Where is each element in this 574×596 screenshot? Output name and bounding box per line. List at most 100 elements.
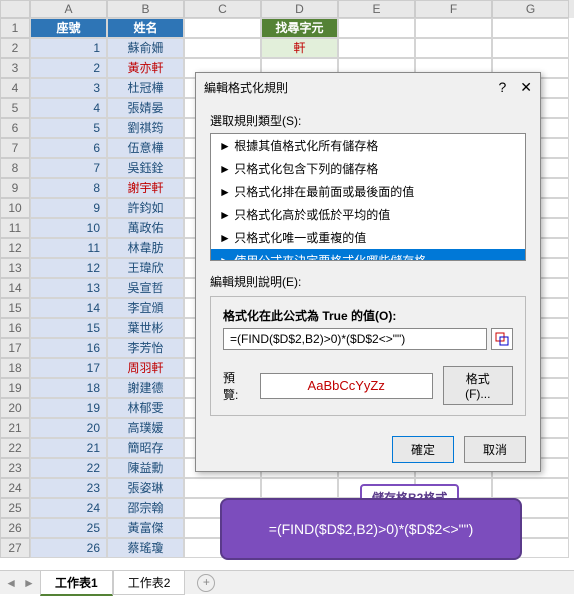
cancel-button[interactable]: 取消 <box>464 436 526 463</box>
col-header-a[interactable]: A <box>30 0 107 18</box>
row-header[interactable]: 10 <box>0 198 30 218</box>
sheet-tab-1[interactable]: 工作表1 <box>40 570 113 596</box>
add-sheet-icon[interactable]: + <box>197 574 215 592</box>
cell[interactable]: 蘇俞姍 <box>107 38 184 58</box>
cell[interactable]: 黃富傑 <box>107 518 184 538</box>
cell[interactable]: 找尋字元 <box>261 18 338 38</box>
cell[interactable]: 20 <box>30 418 107 438</box>
sheet-tab-2[interactable]: 工作表2 <box>113 570 186 595</box>
col-header-b[interactable]: B <box>107 0 184 18</box>
formula-input[interactable] <box>223 328 487 350</box>
cell[interactable]: 座號 <box>30 18 107 38</box>
cell[interactable]: 吳宣哲 <box>107 278 184 298</box>
range-picker-icon[interactable] <box>491 328 513 350</box>
col-header-f[interactable]: F <box>415 0 492 18</box>
cell[interactable]: 周羽軒 <box>107 358 184 378</box>
row-header[interactable]: 15 <box>0 298 30 318</box>
row-header[interactable]: 16 <box>0 318 30 338</box>
col-header-c[interactable]: C <box>184 0 261 18</box>
col-header-e[interactable]: E <box>338 0 415 18</box>
cell[interactable]: 林郁雯 <box>107 398 184 418</box>
cell[interactable]: 6 <box>30 138 107 158</box>
cell[interactable]: 13 <box>30 278 107 298</box>
cell[interactable]: 李宜頒 <box>107 298 184 318</box>
row-header[interactable]: 24 <box>0 478 30 498</box>
chevron-left-icon[interactable]: ◄ <box>5 576 17 590</box>
cell[interactable] <box>492 38 569 58</box>
col-header-g[interactable]: G <box>492 0 569 18</box>
row-header[interactable]: 4 <box>0 78 30 98</box>
cell[interactable]: 高璞媛 <box>107 418 184 438</box>
cell[interactable]: 22 <box>30 458 107 478</box>
cell[interactable]: 14 <box>30 298 107 318</box>
cell[interactable]: 張姿琳 <box>107 478 184 498</box>
cell[interactable]: 1 <box>30 38 107 58</box>
cell[interactable]: 11 <box>30 238 107 258</box>
rule-item[interactable]: ► 只格式化排在最前面或最後面的值 <box>211 180 525 203</box>
cell[interactable] <box>184 478 261 498</box>
chevron-right-icon[interactable]: ► <box>23 576 35 590</box>
select-all-corner[interactable] <box>0 0 30 18</box>
row-header[interactable]: 3 <box>0 58 30 78</box>
cell[interactable]: 17 <box>30 358 107 378</box>
row-header[interactable]: 17 <box>0 338 30 358</box>
cell[interactable]: 2 <box>30 58 107 78</box>
cell[interactable]: 王瑋欣 <box>107 258 184 278</box>
cell[interactable]: 24 <box>30 498 107 518</box>
cell[interactable]: 10 <box>30 218 107 238</box>
cell[interactable]: 4 <box>30 98 107 118</box>
help-icon[interactable]: ? <box>498 79 506 96</box>
cell[interactable]: 5 <box>30 118 107 138</box>
close-icon[interactable]: ✕ <box>520 79 532 96</box>
search-value-cell[interactable]: 軒 <box>261 38 338 58</box>
cell[interactable] <box>184 18 261 38</box>
cell[interactable] <box>492 478 569 498</box>
cell[interactable] <box>492 18 569 38</box>
cell[interactable]: 18 <box>30 378 107 398</box>
cell[interactable]: 劉祺筠 <box>107 118 184 138</box>
row-header[interactable]: 20 <box>0 398 30 418</box>
row-header[interactable]: 5 <box>0 98 30 118</box>
cell[interactable]: 25 <box>30 518 107 538</box>
cell[interactable]: 伍意樺 <box>107 138 184 158</box>
rule-item-selected[interactable]: ► 使用公式來決定要格式化哪些儲存格 <box>211 249 525 261</box>
row-header[interactable]: 12 <box>0 238 30 258</box>
row-header[interactable]: 13 <box>0 258 30 278</box>
cell[interactable]: 張婧晏 <box>107 98 184 118</box>
cell[interactable]: 葉世彬 <box>107 318 184 338</box>
cell[interactable]: 3 <box>30 78 107 98</box>
cell[interactable]: 許鈞如 <box>107 198 184 218</box>
cell[interactable]: 謝宇軒 <box>107 178 184 198</box>
row-header[interactable]: 14 <box>0 278 30 298</box>
cell[interactable] <box>415 38 492 58</box>
row-header[interactable]: 19 <box>0 378 30 398</box>
cell[interactable]: 9 <box>30 198 107 218</box>
row-header[interactable]: 21 <box>0 418 30 438</box>
rule-item[interactable]: ► 根據其值格式化所有儲存格 <box>211 134 525 157</box>
row-header[interactable]: 1 <box>0 18 30 38</box>
cell[interactable]: 邵宗翰 <box>107 498 184 518</box>
cell[interactable] <box>261 478 338 498</box>
row-header[interactable]: 23 <box>0 458 30 478</box>
cell[interactable] <box>338 38 415 58</box>
cell[interactable]: 15 <box>30 318 107 338</box>
cell[interactable]: 8 <box>30 178 107 198</box>
cell[interactable]: 蔡瑤瓊 <box>107 538 184 558</box>
cell[interactable]: 12 <box>30 258 107 278</box>
row-header[interactable]: 27 <box>0 538 30 558</box>
row-header[interactable]: 22 <box>0 438 30 458</box>
rule-item[interactable]: ► 只格式化包含下列的儲存格 <box>211 157 525 180</box>
cell[interactable]: 16 <box>30 338 107 358</box>
cell[interactable]: 姓名 <box>107 18 184 38</box>
format-button[interactable]: 格式(F)... <box>443 366 513 405</box>
cell[interactable]: 萬政佑 <box>107 218 184 238</box>
rule-type-list[interactable]: ► 根據其值格式化所有儲存格 ► 只格式化包含下列的儲存格 ► 只格式化排在最前… <box>210 133 526 261</box>
cell[interactable] <box>184 38 261 58</box>
row-header[interactable]: 18 <box>0 358 30 378</box>
rule-item[interactable]: ► 只格式化唯一或重複的值 <box>211 226 525 249</box>
cell[interactable]: 林韋肪 <box>107 238 184 258</box>
cell[interactable]: 簡昭存 <box>107 438 184 458</box>
cell[interactable]: 陳益勳 <box>107 458 184 478</box>
cell[interactable]: 7 <box>30 158 107 178</box>
row-header[interactable]: 9 <box>0 178 30 198</box>
